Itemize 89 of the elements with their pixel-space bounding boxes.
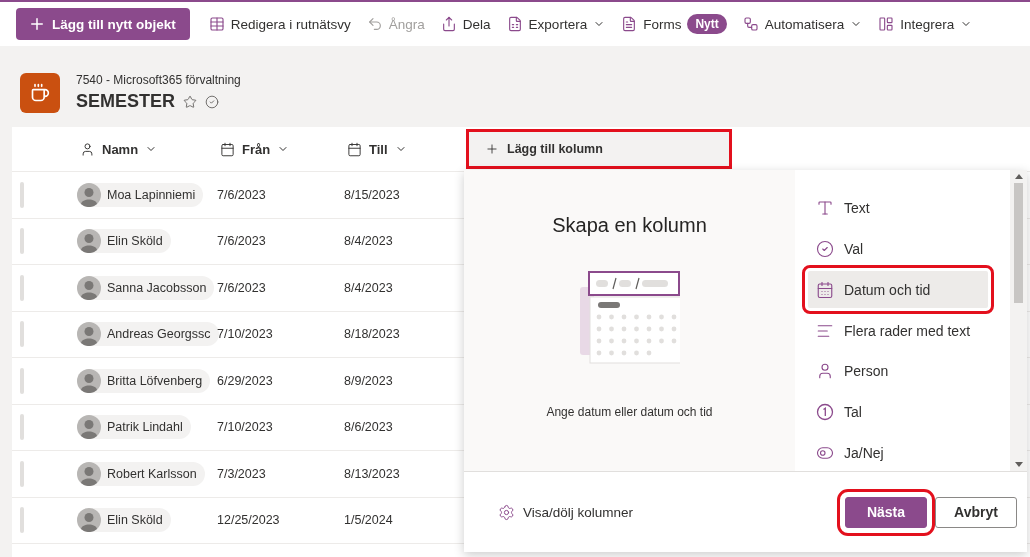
table-icon — [208, 16, 225, 32]
table-cell-text: 7/10/2023 — [217, 327, 274, 342]
row-handle[interactable] — [20, 228, 24, 255]
column-header[interactable]: Namn — [77, 141, 217, 157]
toolbar-button[interactable]: Integrera — [871, 8, 980, 40]
row-handle[interactable] — [20, 460, 24, 487]
person-pill[interactable]: Elin Sköld — [77, 229, 171, 254]
table-cell-text: 8/18/2023 — [344, 327, 401, 342]
toolbar-button[interactable]: Exportera — [499, 8, 613, 40]
table-cell-text: 1/5/2024 — [344, 513, 394, 528]
person-pill[interactable]: Moa Lapinniemi — [77, 182, 204, 207]
calendar-icon — [220, 141, 235, 157]
plus-icon — [485, 142, 499, 156]
table-cell-text: 7/6/2023 — [217, 280, 267, 295]
workflow-icon — [742, 16, 759, 32]
avatar-icon — [77, 461, 101, 486]
toolbar-button[interactable]: Redigera i rutnätsvy — [201, 8, 358, 40]
avatar-icon — [77, 508, 101, 533]
row-handle[interactable] — [20, 367, 24, 394]
panel-description: Ange datum eller datum och tid — [546, 405, 713, 419]
cancel-button[interactable]: Avbryt — [935, 496, 1017, 528]
column-type-item[interactable]: Text — [808, 190, 988, 227]
table-cell-text: 7/6/2023 — [217, 234, 267, 249]
table-cell-text: 6/29/2023 — [217, 373, 274, 388]
row-handle[interactable] — [20, 321, 24, 348]
coffee-icon — [30, 82, 50, 103]
column-type-item[interactable]: Val — [808, 230, 988, 268]
column-header[interactable]: Från — [217, 141, 344, 157]
row-handle[interactable] — [20, 507, 24, 534]
settings-icon — [498, 503, 515, 521]
avatar-icon — [77, 229, 101, 254]
calendar-icon — [816, 280, 834, 299]
column-header[interactable]: Till — [344, 141, 466, 157]
column-type-item[interactable]: Ja/Nej — [808, 434, 988, 472]
scroll-up-icon[interactable] — [1014, 174, 1023, 179]
calendar-icon — [347, 141, 362, 157]
check-circle-icon — [816, 240, 834, 259]
add-column-button[interactable]: Lägg till kolumn — [466, 129, 732, 169]
plus-icon — [28, 15, 46, 33]
number-icon — [816, 402, 834, 421]
table-cell-text: 8/15/2023 — [344, 187, 401, 202]
person-pill[interactable]: Elin Sköld — [77, 508, 171, 533]
table-cell-text: 8/13/2023 — [344, 466, 401, 481]
avatar-icon — [77, 182, 101, 207]
row-handle[interactable] — [20, 181, 24, 208]
person-pill[interactable]: Andreas Georgssc — [77, 322, 219, 347]
table-cell-text: 8/6/2023 — [344, 420, 394, 435]
row-handle[interactable] — [20, 414, 24, 441]
table-cell-text: 8/4/2023 — [344, 280, 394, 295]
table-cell-text: 7/10/2023 — [217, 420, 274, 435]
show-hide-columns-link[interactable]: Visa/dölj kolumner — [492, 502, 640, 522]
scrollbar-thumb[interactable] — [1014, 183, 1023, 303]
avatar-icon — [77, 368, 101, 393]
scrollbar[interactable] — [1010, 170, 1027, 471]
column-type-item[interactable]: Tal — [808, 393, 988, 431]
list-title: SEMESTER — [76, 91, 176, 112]
toolbar-button[interactable]: Forms Nytt — [614, 8, 734, 40]
star-icon[interactable] — [183, 94, 198, 109]
person-pill[interactable]: Sanna Jacobsson — [77, 275, 215, 300]
person-pill[interactable]: Britta Löfvenberg — [77, 368, 211, 393]
column-type-item[interactable]: Person — [808, 352, 988, 390]
table-cell-text: 12/25/2023 — [217, 513, 281, 528]
scroll-down-icon[interactable] — [1014, 462, 1023, 467]
person-pill[interactable]: Robert Karlsson — [77, 461, 205, 486]
avatar-icon — [77, 415, 101, 440]
check-circle-icon[interactable] — [205, 94, 220, 109]
toolbar-button[interactable]: Lägg till nytt objekt — [16, 8, 190, 40]
table-cell-text: 8/9/2023 — [344, 373, 394, 388]
avatar-icon — [77, 275, 101, 300]
site-name: 7540 - Microsoft365 förvaltning — [76, 73, 241, 87]
table-cell-text: 7/3/2023 — [217, 466, 267, 481]
avatar-icon — [77, 322, 101, 347]
new-badge: Nytt — [687, 14, 727, 34]
table-cell-text: 7/6/2023 — [217, 187, 267, 202]
panel-title: Skapa en kolumn — [552, 214, 707, 237]
share-icon — [440, 16, 457, 32]
toolbar-button[interactable]: Dela — [433, 8, 498, 40]
table-cell-text: 8/4/2023 — [344, 234, 394, 249]
toolbar-button[interactable]: Automatisera — [735, 8, 870, 40]
column-type-item[interactable]: Flera rader med text — [808, 312, 988, 349]
text-icon — [816, 199, 834, 218]
row-handle[interactable] — [20, 274, 24, 301]
spreadsheet-icon — [506, 16, 523, 32]
person-icon — [816, 362, 834, 381]
document-icon — [621, 16, 638, 32]
person-icon — [80, 141, 95, 157]
layout-icon — [878, 16, 895, 32]
person-pill[interactable]: Patrik Lindahl — [77, 415, 191, 440]
undo-icon — [366, 16, 383, 32]
